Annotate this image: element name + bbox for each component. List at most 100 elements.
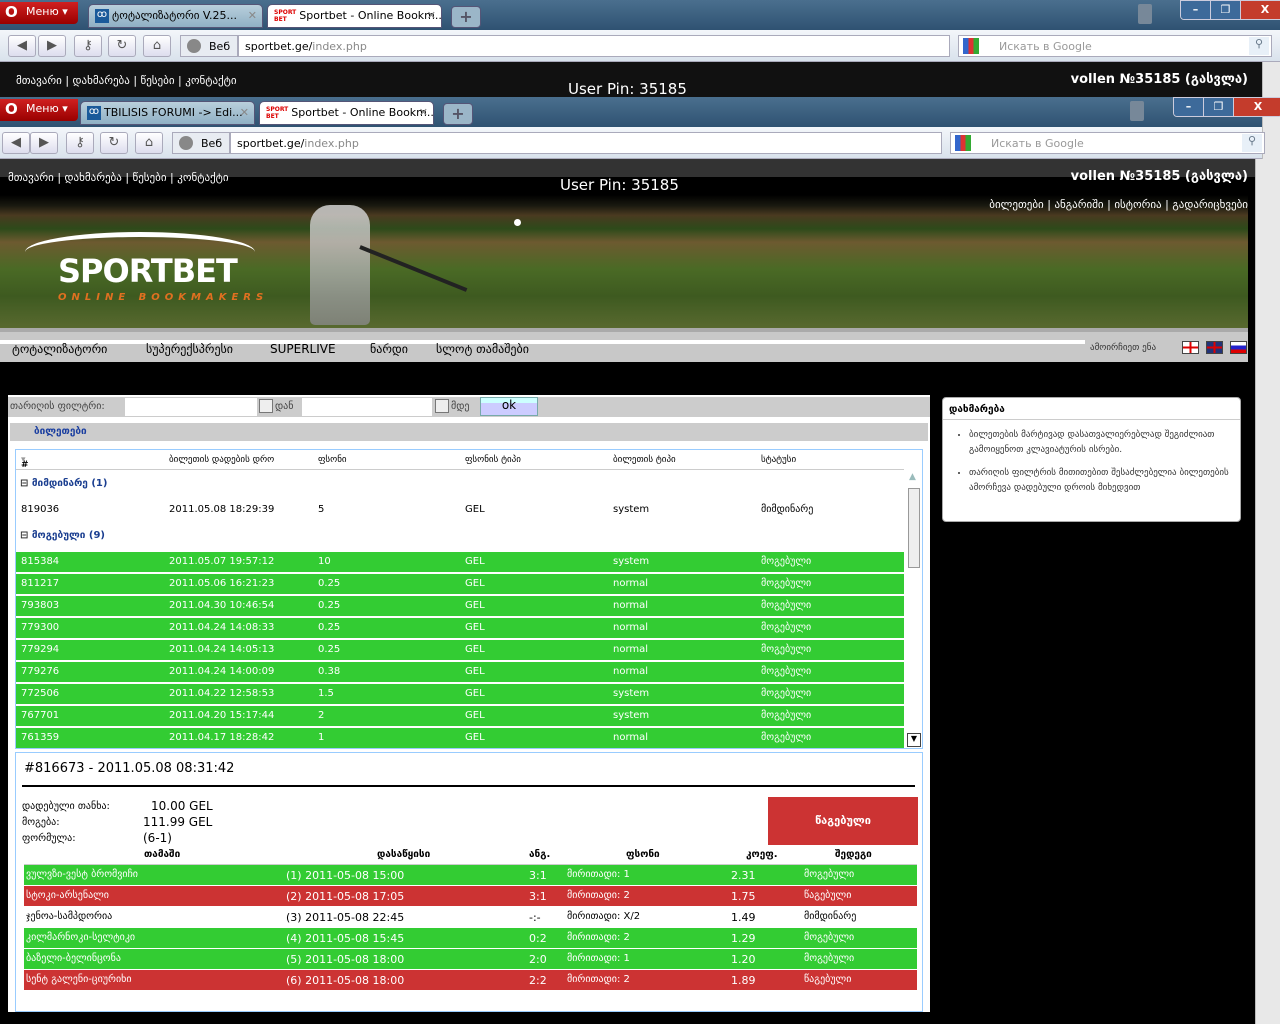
new-tab-button[interactable]: + [451,6,481,28]
english-flag-icon[interactable] [1206,341,1223,354]
restore-button[interactable]: ❐ [1204,98,1234,116]
ticket-row[interactable]: 811217 2011.05.06 16:21:23 0.25 GEL normal მო… [16,574,904,594]
match-start: (4) 2011-05-08 15:45 [286,932,405,945]
close-tab-icon[interactable]: ✕ [419,106,428,119]
nav-totalizator[interactable]: ტოტალიზატორი [12,342,107,356]
link-transfers[interactable]: გადარიცხვები [1172,198,1248,211]
ok-button[interactable]: ok [480,397,538,416]
group-header[interactable]: მიმდინარე (1) [20,478,108,489]
ticket-row[interactable]: 793803 2011.04.30 10:46:54 0.25 GEL normal მო… [16,596,904,616]
col-time[interactable]: ბილეთის დადების დრო [169,455,274,465]
tab-forum[interactable]: ꝏ ტოტალიზატორი V.25... ✕ [88,4,263,28]
link-help[interactable]: დახმარება [73,74,130,87]
language-label: ამოირჩიეთ ენა [1090,343,1157,353]
close-tab-icon[interactable]: ✕ [248,9,257,22]
col-stake-type[interactable]: ფსონის ტიპი [465,455,521,465]
ticket-cell: normal [613,600,649,611]
close-tab-icon[interactable]: ✕ [240,106,249,119]
new-tab-button[interactable]: + [443,103,473,125]
calendar-icon[interactable] [259,399,273,413]
grid-scrollbar[interactable]: ▲ ▼ [907,472,921,747]
link-rules[interactable]: წესები [141,74,175,87]
opera-menu-button[interactable]: Меню ▾ [0,2,78,24]
scroll-down-icon[interactable]: ▼ [907,733,921,747]
ticket-row[interactable]: 772506 2011.04.22 12:58:53 1.5 GEL system მოგ… [16,684,904,704]
address-bar[interactable]: sportbet.ge/index.php [238,35,950,57]
georgian-flag-icon[interactable] [1182,341,1199,354]
nav-slots[interactable]: სლოტ თამაშები [436,342,529,356]
col-status[interactable]: სტატუსი [761,455,796,465]
key-icon[interactable]: ⚷ [74,35,102,57]
key-icon[interactable]: ⚷ [66,132,94,154]
date-to-input[interactable] [301,397,433,417]
inner-opera-menu-button[interactable]: Меню ▾ [0,99,78,121]
close-tab-icon[interactable]: ✕ [427,9,436,22]
date-from-input[interactable] [124,397,258,417]
ticket-cell: 819036 [21,504,60,515]
trash-icon[interactable] [1130,101,1144,121]
home-button[interactable]: ⌂ [143,35,171,57]
minimize-button[interactable]: – [1181,1,1211,19]
inner-tab-forum[interactable]: ꝏ TBILISIS FORUMI -> Edi... ✕ [80,101,255,125]
col-id[interactable]: # ▾ [21,455,29,470]
match-start: (2) 2011-05-08 17:05 [286,890,405,903]
forward-button[interactable]: ▶ [30,132,58,154]
col-start: დასაწყისი [377,849,431,860]
inner-scrollbar[interactable] [1255,159,1267,1024]
link-history[interactable]: ისტორია [1114,198,1161,211]
forward-button[interactable]: ▶ [38,35,66,57]
sportbet-logo[interactable]: SPORTBET [58,252,238,290]
scroll-thumb[interactable] [908,488,920,568]
ticket-row[interactable]: 779300 2011.04.24 14:08:33 0.25 GEL normal მო… [16,618,904,638]
tab-sportbet[interactable]: SPORT BET Sportbet - Online Bookm... ✕ [267,4,442,28]
back-button[interactable]: ◀ [2,132,30,154]
group-header[interactable]: მოგებული (9) [20,530,105,541]
link-rules[interactable]: წესები [133,171,167,184]
russian-flag-icon[interactable] [1230,341,1247,354]
col-ticket-type[interactable]: ბილეთის ტიპი [613,455,676,465]
ticket-row[interactable]: 815384 2011.05.07 19:57:12 10 GEL system მოგე… [16,552,904,572]
ticket-row[interactable]: 779294 2011.04.24 14:05:13 0.25 GEL normal მო… [16,640,904,660]
ticket-cell: 779276 [21,666,60,677]
inner-tab-sportbet[interactable]: SPORT BET Sportbet - Online Bookm... ✕ [259,101,434,125]
link-tickets[interactable]: ბილეთები [989,198,1043,211]
google-icon [955,135,971,151]
close-window-button[interactable]: X [1241,1,1280,19]
user-logout-link[interactable]: vollen №35185 (გასვლა) [1071,169,1248,184]
scroll-up-icon[interactable]: ▲ [909,472,916,482]
search-icon[interactable]: ⚲ [1242,134,1262,152]
link-home[interactable]: მთავარი [16,74,62,87]
restore-button[interactable]: ❐ [1211,1,1241,19]
ticket-cell: მოგებული [761,710,812,721]
back-button[interactable]: ◀ [8,35,36,57]
tab-title: Sportbet - Online Bookm... [291,106,434,119]
reload-button[interactable]: ↻ [108,35,136,57]
link-help[interactable]: დახმარება [65,171,122,184]
home-button[interactable]: ⌂ [135,132,163,154]
ticket-row[interactable]: 779276 2011.04.24 14:00:09 0.38 GEL normal მო… [16,662,904,682]
link-contact[interactable]: კონტაქტი [177,171,228,184]
search-input[interactable]: Искать в Google ⚲ [958,35,1272,57]
link-account[interactable]: ანგარიში [1054,198,1103,211]
ticket-row[interactable]: 761359 2011.04.17 18:28:42 1 GEL normal მოგებ… [16,728,904,748]
tab-title: Sportbet - Online Bookm... [299,9,442,22]
nav-nardi[interactable]: ნარდი [370,342,408,356]
nav-superlive[interactable]: SUPERLIVE [270,342,336,356]
ticket-row[interactable]: 767701 2011.04.20 15:17:44 2 GEL system მოგებ… [16,706,904,726]
google-icon [963,38,979,54]
close-window-button[interactable]: X [1234,98,1280,116]
link-contact[interactable]: კონტაქტი [185,74,236,87]
ticket-cell: 793803 [21,600,60,611]
address-bar[interactable]: sportbet.ge/index.php [230,132,942,154]
col-stake[interactable]: ფსონი [318,455,347,465]
link-home[interactable]: მთავარი [8,171,54,184]
trash-icon[interactable] [1138,4,1152,24]
minimize-button[interactable]: – [1174,98,1204,116]
search-input[interactable]: Искать в Google ⚲ [950,132,1265,154]
nav-superexpress[interactable]: სუპერექსპრესი [146,342,233,356]
reload-button[interactable]: ↻ [100,132,128,154]
calendar-icon[interactable] [435,399,449,413]
search-icon[interactable]: ⚲ [1249,37,1269,55]
user-logout-link[interactable]: vollen №35185 (გასვლა) [1071,72,1248,87]
ticket-row[interactable]: 819036 2011.05.08 18:29:39 5 GEL system მიმდი… [16,500,904,520]
